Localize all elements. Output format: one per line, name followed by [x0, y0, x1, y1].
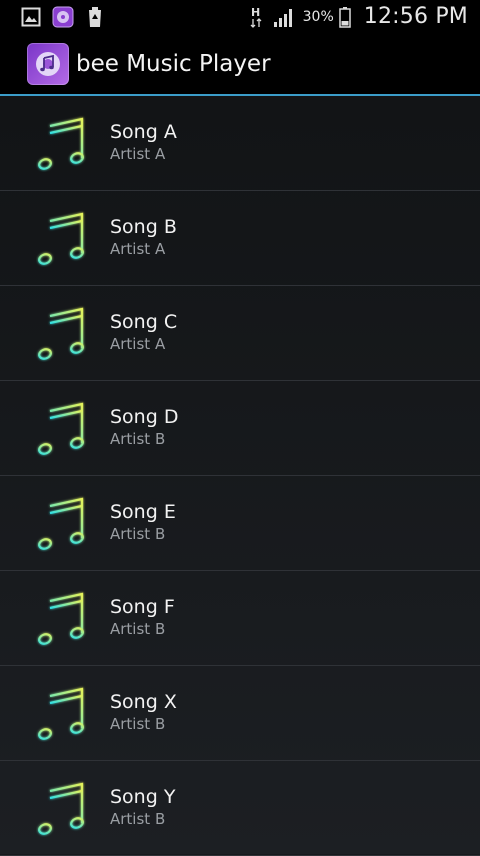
gallery-notification-icon[interactable] — [20, 6, 42, 28]
song-row[interactable]: Song C Artist A — [0, 286, 480, 381]
song-title: Song A — [110, 121, 177, 143]
music-note-icon — [36, 779, 88, 837]
song-title: Song B — [110, 216, 177, 238]
song-artist: Artist B — [110, 620, 166, 638]
song-row[interactable]: Song B Artist A — [0, 191, 480, 286]
song-title: Song Y — [110, 786, 176, 808]
song-artist: Artist B — [110, 715, 166, 733]
hspa-icon: H — [245, 6, 267, 28]
song-artist: Artist B — [110, 525, 166, 543]
signal-icon — [271, 6, 297, 28]
music-app-icon[interactable] — [27, 42, 69, 85]
battery-icon — [338, 6, 352, 28]
song-artist: Artist B — [110, 810, 166, 828]
music-note-icon — [36, 114, 88, 172]
music-note-icon — [36, 589, 88, 647]
song-title: Song D — [110, 406, 179, 428]
action-bar: bee Music Player — [0, 33, 480, 96]
song-row[interactable]: Song F Artist B — [0, 571, 480, 666]
music-note-icon — [36, 304, 88, 362]
status-bar: H 30% 12:56 PM — [0, 0, 480, 33]
music-note-icon — [36, 399, 88, 457]
status-time: 12:56 PM — [363, 4, 468, 29]
battery-percent: 30% — [302, 8, 334, 25]
song-artist: Artist A — [110, 240, 166, 258]
song-row[interactable]: Song E Artist B — [0, 476, 480, 571]
song-row[interactable]: Song Y Artist B — [0, 761, 480, 856]
music-notification-icon[interactable] — [52, 6, 74, 28]
song-row[interactable]: Song D Artist B — [0, 381, 480, 476]
song-row[interactable]: Song A Artist A — [0, 96, 480, 191]
song-artist: Artist A — [110, 145, 166, 163]
song-artist: Artist B — [110, 430, 166, 448]
song-list: Song A Artist A Song B Artist A Song C A… — [0, 96, 480, 856]
song-title: Song F — [110, 596, 175, 618]
app-title: bee Music Player — [76, 50, 271, 77]
song-title: Song X — [110, 691, 177, 713]
music-note-icon — [36, 684, 88, 742]
music-note-icon — [36, 209, 88, 267]
music-note-icon — [36, 494, 88, 552]
song-artist: Artist A — [110, 335, 166, 353]
song-row[interactable]: Song X Artist B — [0, 666, 480, 761]
song-title: Song C — [110, 311, 178, 333]
song-title: Song E — [110, 501, 176, 523]
recycle-notification-icon[interactable] — [84, 6, 106, 28]
svg-text:H: H — [251, 6, 260, 19]
